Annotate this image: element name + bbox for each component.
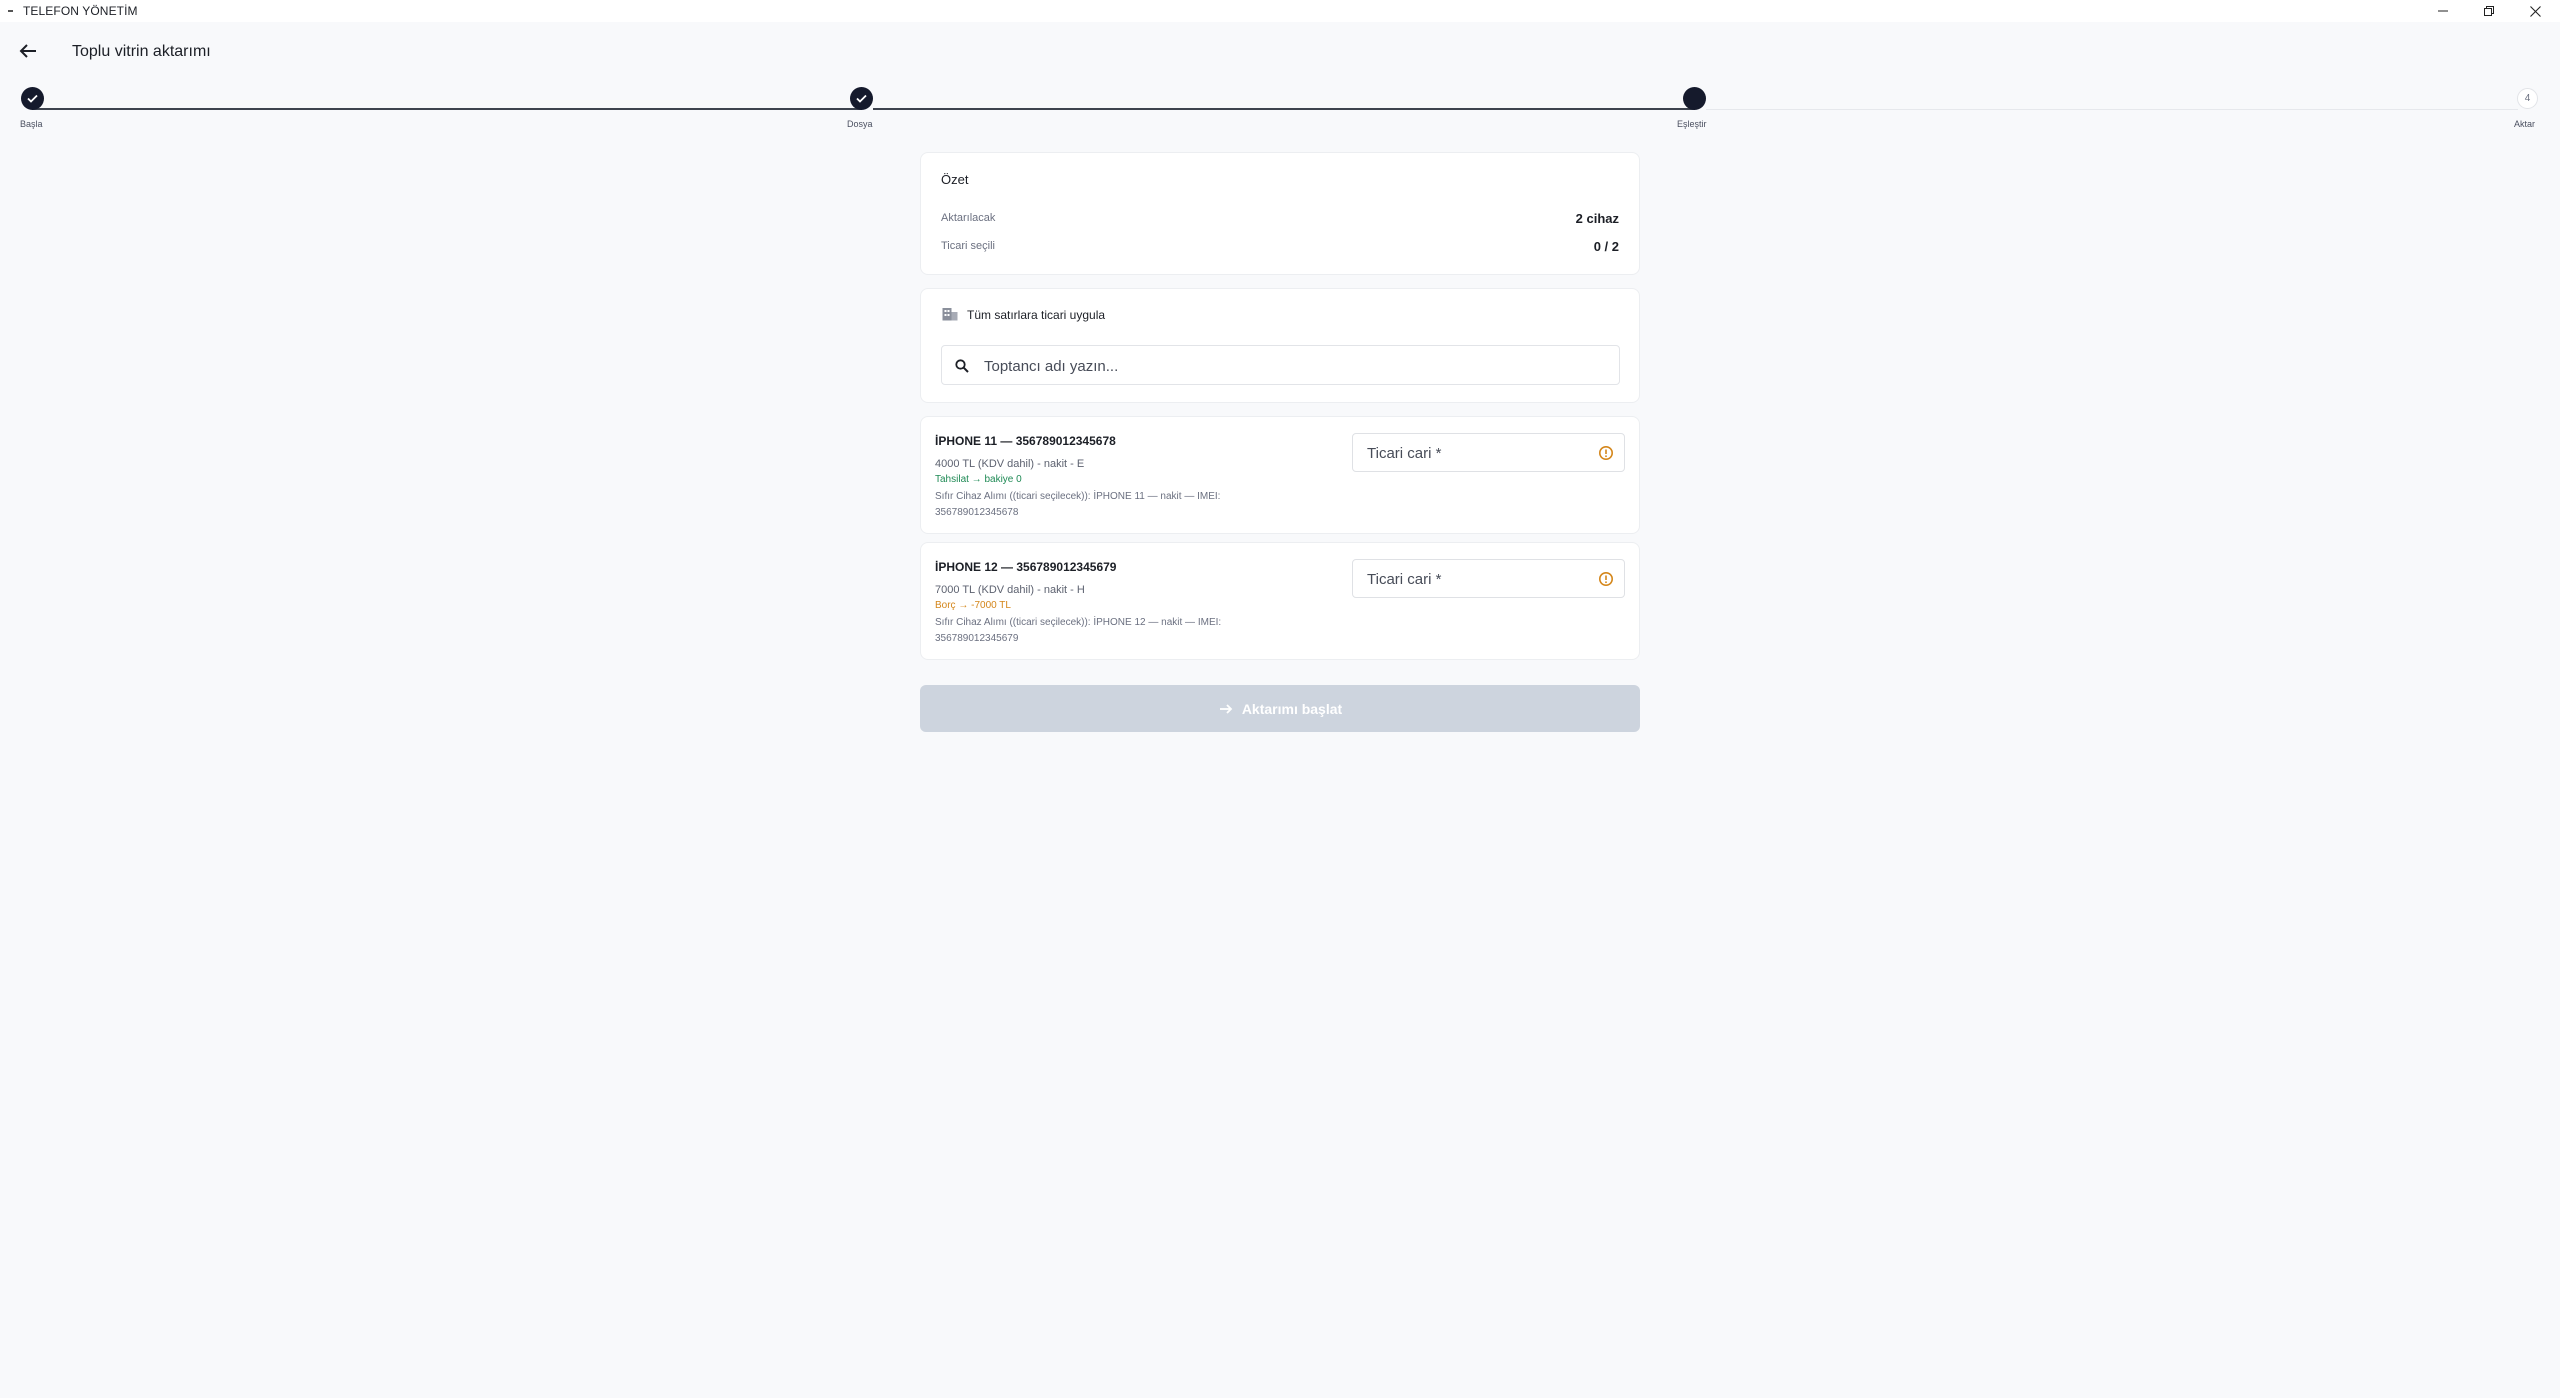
restore-button[interactable] bbox=[2466, 0, 2512, 22]
step-match-label: Eşleştir bbox=[1677, 119, 1707, 129]
window-title: TELEFON YÖNETİM bbox=[23, 4, 138, 18]
commercial-account-field[interactable] bbox=[1352, 559, 1625, 598]
item-description-line: Sıfır Cihaz Alımı ((ticari seçilecek)): … bbox=[935, 491, 1221, 502]
back-button[interactable] bbox=[14, 39, 42, 63]
commercial-account-field[interactable] bbox=[1352, 433, 1625, 472]
item-title: İPHONE 11 — 356789012345678 bbox=[935, 434, 1116, 448]
item-description-line: 356789012345678 bbox=[935, 507, 1019, 518]
item-status: Borç → -7000 TL bbox=[935, 600, 1011, 611]
step-transfer-indicator[interactable]: 4 bbox=[2517, 88, 2538, 109]
step-match-indicator[interactable] bbox=[1683, 87, 1706, 110]
summary-title: Özet bbox=[941, 172, 969, 187]
item-description-line: 356789012345679 bbox=[935, 633, 1019, 644]
summary-label: Ticari seçili bbox=[941, 240, 995, 252]
step-file-indicator[interactable] bbox=[850, 87, 873, 110]
item-status: Tahsilat → bakiye 0 bbox=[935, 474, 1022, 485]
item-description-line: Sıfır Cihaz Alımı ((ticari seçilecek)): … bbox=[935, 617, 1222, 628]
summary-row-to-transfer: Aktarılacak 2 cihaz bbox=[941, 211, 1619, 228]
step-file-label: Dosya bbox=[847, 119, 873, 129]
item-title: İPHONE 12 — 356789012345679 bbox=[935, 560, 1117, 574]
step-start-label: Başla bbox=[20, 119, 43, 129]
warning-icon bbox=[1599, 446, 1613, 460]
close-icon bbox=[2529, 5, 2541, 17]
item-price: 4000 TL (KDV dahil) - nakit - E bbox=[935, 458, 1085, 470]
step-connector-2 bbox=[873, 108, 1695, 110]
summary-label: Aktarılacak bbox=[941, 212, 996, 224]
warning-icon bbox=[1599, 572, 1613, 586]
check-icon bbox=[27, 94, 38, 103]
item-price: 7000 TL (KDV dahil) - nakit - H bbox=[935, 584, 1085, 596]
start-transfer-label: Aktarımı başlat bbox=[1241, 700, 1343, 717]
transfer-item-card: İPHONE 12 — 356789012345679 7000 TL (KDV… bbox=[920, 542, 1640, 660]
restore-icon bbox=[2484, 6, 2494, 16]
supplier-search-input[interactable] bbox=[984, 354, 1604, 378]
transfer-item-card: İPHONE 11 — 356789012345678 4000 TL (KDV… bbox=[920, 416, 1640, 534]
item-description: Sıfır Cihaz Alımı ((ticari seçilecek)): … bbox=[935, 615, 1285, 647]
page-title: Toplu vitrin aktarımı bbox=[72, 43, 211, 60]
check-icon bbox=[856, 94, 867, 103]
search-icon bbox=[955, 359, 969, 373]
apply-all-card: Tüm satırlara ticari uygula bbox=[920, 288, 1640, 403]
apply-all-label: Tüm satırlara ticari uygula bbox=[967, 308, 1106, 322]
minimize-button[interactable] bbox=[2420, 0, 2466, 22]
step-start-indicator[interactable] bbox=[21, 87, 44, 110]
summary-value: 2 cihaz bbox=[1575, 211, 1619, 226]
window-titlebar: TELEFON YÖNETİM bbox=[0, 0, 2560, 22]
item-description: Sıfır Cihaz Alımı ((ticari seçilecek)): … bbox=[935, 489, 1285, 521]
commercial-account-input[interactable] bbox=[1367, 442, 1567, 464]
step-connector-3 bbox=[1706, 109, 2518, 110]
summary-value: 0 / 2 bbox=[1593, 239, 1619, 254]
building-icon bbox=[942, 308, 958, 321]
step-number: 4 bbox=[2524, 93, 2531, 104]
app-menu-icon[interactable] bbox=[8, 10, 13, 12]
summary-row-selected: Ticari seçili 0 / 2 bbox=[941, 239, 1619, 256]
arrow-left-icon bbox=[19, 44, 36, 58]
summary-card: Özet Aktarılacak 2 cihaz Ticari seçili 0… bbox=[920, 152, 1640, 275]
close-button[interactable] bbox=[2512, 0, 2558, 22]
commercial-account-input[interactable] bbox=[1367, 568, 1567, 590]
start-transfer-button[interactable]: Aktarımı başlat bbox=[920, 685, 1640, 732]
minimize-icon bbox=[2438, 10, 2448, 12]
step-connector-1 bbox=[32, 108, 862, 110]
step-transfer-label: Aktar bbox=[2514, 119, 2536, 129]
arrow-right-icon bbox=[1219, 703, 1233, 714]
supplier-search-box[interactable] bbox=[941, 345, 1620, 385]
